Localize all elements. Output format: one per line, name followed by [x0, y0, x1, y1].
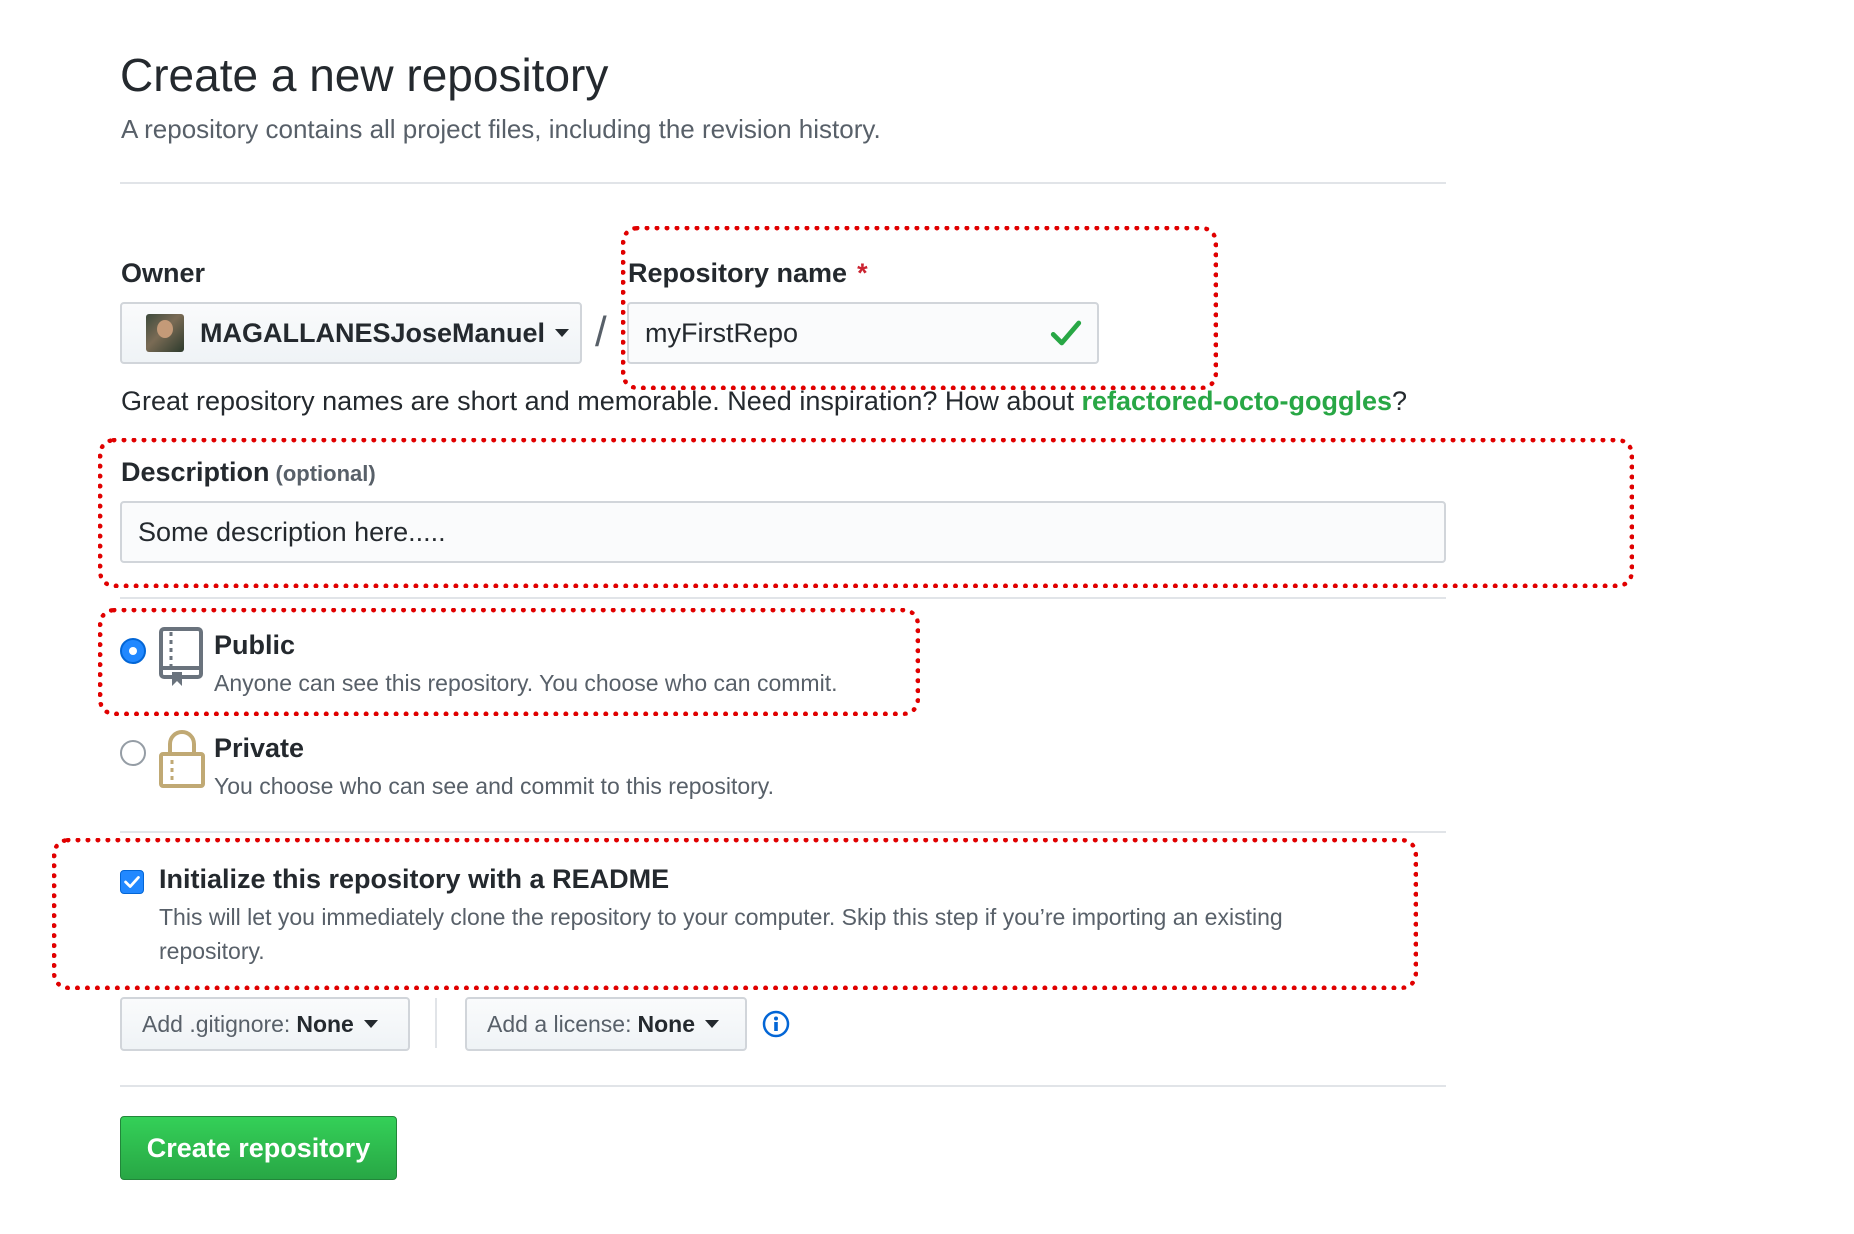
- hint-end: ?: [1392, 386, 1408, 416]
- owner-repo-separator: /: [595, 308, 607, 355]
- caret-down-icon: [363, 1020, 378, 1028]
- license-select[interactable]: Add a license: None: [465, 997, 747, 1051]
- divider: [120, 182, 1446, 184]
- info-icon[interactable]: [762, 1010, 790, 1038]
- hint-text: Great repository names are short and mem…: [121, 386, 1082, 416]
- annotation-readme: [52, 838, 1418, 990]
- caret-down-icon: [704, 1020, 719, 1028]
- name-suggestion-link[interactable]: refactored-octo-goggles: [1082, 386, 1393, 416]
- license-value: None: [637, 1010, 695, 1037]
- gitignore-select[interactable]: Add .gitignore: None: [120, 997, 410, 1051]
- create-repository-button[interactable]: Create repository: [120, 1116, 397, 1180]
- private-desc: You choose who can see and commit to thi…: [214, 773, 774, 799]
- annotation-repo-name: [621, 226, 1218, 390]
- owner-select[interactable]: MAGALLANESJoseManuel: [120, 302, 582, 364]
- divider: [120, 1085, 1446, 1087]
- divider: [120, 597, 1446, 599]
- private-title: Private: [214, 733, 305, 763]
- gitignore-value: None: [296, 1010, 354, 1037]
- name-hint: Great repository names are short and mem…: [121, 386, 1407, 417]
- private-radio[interactable]: [120, 740, 146, 766]
- license-label: Add a license:: [487, 1010, 632, 1037]
- annotation-public: [98, 608, 920, 716]
- owner-value: MAGALLANESJoseManuel: [200, 317, 546, 348]
- gitignore-label: Add .gitignore:: [142, 1010, 291, 1037]
- owner-label: Owner: [121, 258, 206, 288]
- divider: [120, 831, 1446, 833]
- avatar: [146, 314, 184, 352]
- page-subtitle: A repository contains all project files,…: [121, 114, 881, 144]
- annotation-description: [98, 438, 1634, 588]
- lock-icon: [159, 730, 205, 788]
- caret-down-icon: [555, 329, 570, 337]
- page-title: Create a new repository: [120, 49, 609, 101]
- vertical-divider: [435, 998, 437, 1048]
